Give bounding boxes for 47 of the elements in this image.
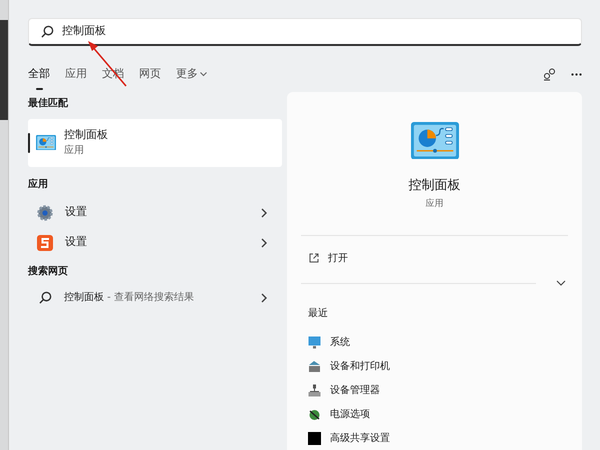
section-heading: 应用 [28,177,49,192]
web-search-item[interactable]: 控制面板 - 查看网络搜索结果 [28,282,282,313]
filter-tab[interactable]: 全部 [28,66,50,90]
chevron-right-icon [260,238,268,248]
s-logo-icon [37,234,53,251]
search-field[interactable]: 控制面板 [28,18,582,46]
chevron-right-icon [260,208,268,218]
best-match-item[interactable]: 控制面板 应用 [28,118,282,167]
section-heading: 搜索网页 [28,264,69,279]
item-hint: - 查看网络搜索结果 [106,290,194,306]
control-panel-icon [410,122,458,159]
recent-item[interactable]: 电源选项 [308,402,568,426]
chevron-down-icon[interactable] [556,280,566,286]
square-icon [308,432,321,444]
people-icon[interactable] [543,68,557,82]
monitor-icon [308,336,321,348]
external-link-icon [309,253,319,263]
item-title: 控制面板 [64,290,104,306]
chevron-right-icon [260,292,268,303]
control-panel-icon [36,134,56,150]
device-tree-icon [308,384,321,396]
more-options-icon[interactable] [571,73,582,76]
gear-icon [37,204,53,221]
printer-icon [308,360,321,372]
recent-item[interactable]: 设备管理器 [308,378,568,402]
item-title: 控制面板 [64,126,108,143]
item-title: 设置 [65,204,88,220]
item-title: 设置 [65,234,88,250]
caret-down-icon [200,72,207,78]
recent-item[interactable]: 高级共享设置 [308,426,568,450]
item-subtitle: 应用 [64,144,85,158]
detail-subtitle: 应用 [426,198,444,210]
detail-title: 控制面板 [408,177,460,195]
filter-tab[interactable]: 网页 [139,66,161,90]
open-action[interactable]: 打开 [301,236,568,280]
recent-heading: 最近 [307,306,329,321]
app-result-item[interactable]: 设置 [28,228,282,258]
section-heading: 最佳匹配 [28,96,69,111]
search-icon [39,291,52,304]
recent-item[interactable]: 系统 [308,330,568,354]
search-icon [41,24,54,38]
annotation-arrow [86,40,128,88]
search-query: 控制面板 [62,23,106,40]
filter-tab[interactable]: 应用 [65,66,87,90]
filter-tab[interactable]: 更多 [176,66,207,90]
app-result-item[interactable]: 设置 [28,198,282,228]
recent-item[interactable]: 设备和打印机 [308,354,568,378]
